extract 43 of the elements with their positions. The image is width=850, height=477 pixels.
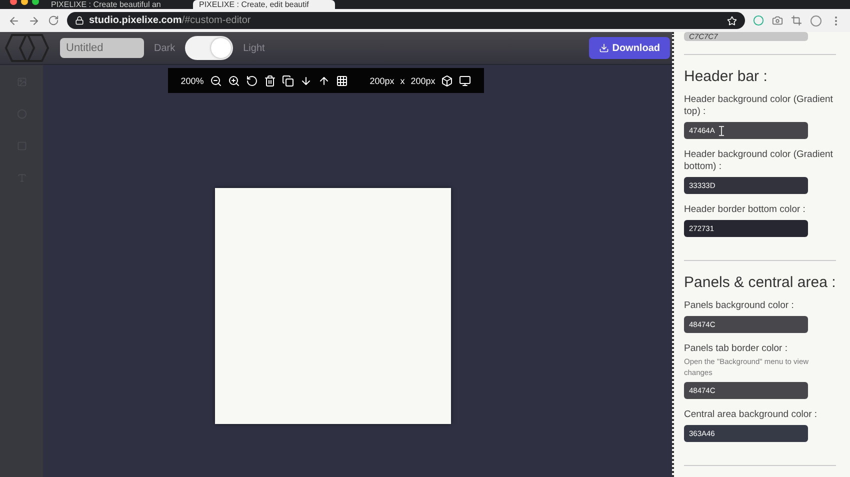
field-label: Header background color (Gradient top) :: [684, 94, 834, 118]
section-title: Panels & central area :: [684, 274, 836, 291]
field-label: Header border bottom color :: [684, 204, 806, 216]
back-icon[interactable]: [8, 14, 20, 26]
zoom-level: 200%: [180, 76, 204, 86]
theme-toggle[interactable]: [185, 36, 234, 60]
profile-avatar-icon[interactable]: [810, 14, 822, 26]
section-title: Header bar :: [684, 68, 768, 85]
download-button[interactable]: Download: [589, 37, 670, 59]
minimize-window-dot[interactable]: [21, 0, 28, 5]
arrow-up-icon[interactable]: [318, 74, 330, 86]
undo-icon[interactable]: [246, 74, 258, 86]
crop-icon[interactable]: [791, 15, 802, 26]
arrow-down-icon[interactable]: [300, 74, 312, 86]
lock-icon: [75, 16, 84, 25]
address-bar[interactable]: studio.pixelixe.com/#custom-editor: [67, 12, 745, 29]
maximize-window-dot[interactable]: [32, 0, 39, 5]
monitor-icon[interactable]: [459, 74, 472, 86]
trash-icon[interactable]: [264, 74, 276, 86]
size-separator: x: [400, 76, 405, 86]
field-label: Panels tab border color :: [684, 343, 789, 355]
zoom-out-icon[interactable]: [210, 74, 222, 86]
grid-icon[interactable]: [336, 74, 348, 86]
bookmark-star-icon[interactable]: [727, 16, 737, 26]
cube-icon[interactable]: [441, 74, 454, 86]
field-label: Central area background color :: [684, 409, 818, 421]
canvas-width: 200px: [370, 76, 394, 86]
duplicate-icon[interactable]: [282, 74, 294, 86]
light-label: Light: [243, 42, 265, 54]
url-text: studio.pixelixe.com/#custom-editor: [89, 15, 251, 26]
browser-tab[interactable]: PIXELIXE : Create, edit beautif: [193, 0, 335, 9]
text-cursor-icon: [718, 126, 724, 136]
dark-label: Dark: [154, 42, 176, 54]
field-label: Panels background color :: [684, 300, 795, 312]
field-label: Header background color (Gradient bottom) :: [684, 149, 834, 173]
zoom-in-icon[interactable]: [228, 74, 240, 86]
close-window-dot[interactable]: [10, 0, 17, 5]
canvas-height: 200px: [410, 76, 436, 86]
reload-icon[interactable]: [48, 15, 59, 26]
title-field[interactable]: Untitled: [60, 38, 144, 58]
forward-icon[interactable]: [28, 14, 40, 26]
camera-icon[interactable]: [772, 15, 783, 26]
download-icon: [599, 43, 610, 53]
